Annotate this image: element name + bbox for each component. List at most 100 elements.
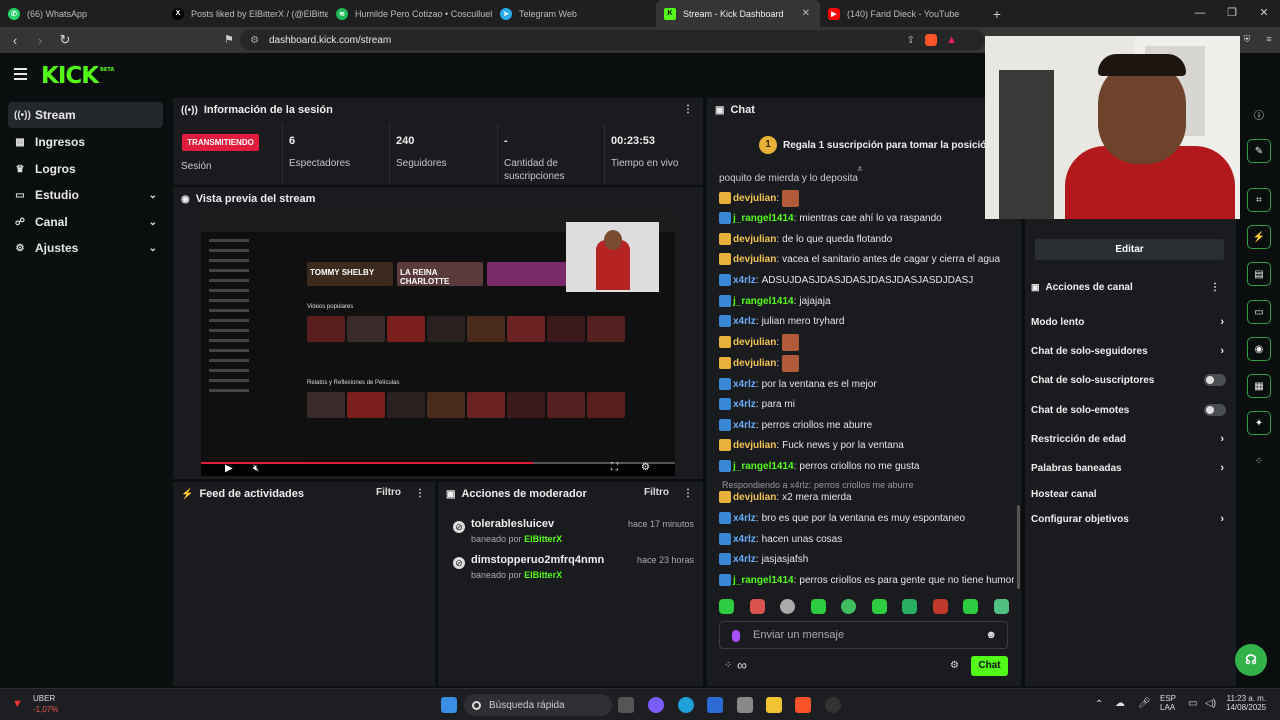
site-info-icon[interactable]: ⚙ (250, 35, 259, 46)
solo-emotes-toggle[interactable] (1204, 404, 1226, 416)
layout-icon[interactable]: ▦ (1247, 374, 1271, 398)
chat-message[interactable]: j_rangel1414: perros criollos es para gen… (719, 571, 1014, 589)
snipping-icon[interactable] (737, 697, 753, 713)
tray-overflow-icon[interactable]: ⌃ (1095, 699, 1103, 710)
chat-username[interactable]: devjulian (733, 492, 776, 503)
tray-mic-icon[interactable]: 🎤︎ (1138, 698, 1151, 709)
more-options-icon[interactable]: ⋮ (683, 488, 693, 499)
sidebar-item-ingresos[interactable]: ▦ Ingresos (8, 129, 163, 155)
solo-suscriptores-toggle[interactable] (1204, 374, 1226, 386)
chat-username[interactable]: j_rangel1414 (733, 461, 794, 472)
chat-message[interactable]: x4rlz: perros criollos me aburre (719, 416, 1014, 434)
emote-icon[interactable] (780, 599, 796, 614)
fullscreen-icon[interactable]: ⛶ (611, 462, 618, 473)
tab-telegram[interactable]: ➤ Telegram Web (492, 0, 656, 27)
hostear-canal-item[interactable]: Hostear canal (1031, 485, 1226, 503)
emote-icon[interactable] (963, 599, 979, 614)
chat-tools-icon[interactable]: ⁘ (724, 660, 732, 671)
reload-icon[interactable]: ↻ (55, 32, 75, 48)
edge-icon[interactable] (678, 697, 694, 713)
chat-message[interactable]: x4rlz: hacen unas cosas (719, 530, 1014, 548)
clock[interactable]: 11:23 a. m. 14/08/2025 (1226, 694, 1266, 712)
video-progress[interactable] (201, 462, 675, 464)
brave-shield-icon[interactable] (925, 34, 937, 46)
tab-spotify[interactable]: ≋ Humilde Pero Cotizao • Cosculluela (328, 0, 492, 27)
emote-icon[interactable] (719, 599, 734, 614)
lightning-icon[interactable]: ⚡ (1247, 225, 1271, 249)
chat-input[interactable]: Enviar un mensaje ☻ (719, 621, 1008, 649)
maximize-icon[interactable]: ❐ (1216, 0, 1248, 27)
chat-message[interactable]: j_rangel1414: perros criollos no me gusta (719, 457, 1014, 475)
activity-filter-button[interactable]: Filtro (376, 487, 401, 498)
file-explorer-icon[interactable] (766, 697, 782, 713)
video-settings-icon[interactable]: ⚙ (641, 462, 650, 473)
broadcast-icon[interactable]: ◉ (1247, 337, 1271, 361)
chat-username[interactable]: devjulian (733, 440, 776, 451)
sidebar-item-canal[interactable]: ☍ Canal ⌄ (8, 209, 163, 235)
mute-icon[interactable]: 🔇︎ (253, 463, 259, 474)
chat-message[interactable]: x4rlz: julian mero tryhard (719, 312, 1014, 330)
vpn-shield-icon[interactable]: ⛨ (1240, 32, 1254, 46)
chat-message[interactable]: x4rlz: para mi (719, 395, 1014, 413)
chat-username[interactable]: x4rlz (733, 316, 756, 327)
chat-message[interactable]: x4rlz: ADSUJDASJDASJDASJDASJDASJASDJDASJ (719, 271, 1014, 289)
minimize-icon[interactable]: — (1184, 0, 1216, 27)
windows-start-icon[interactable] (441, 697, 457, 713)
emoji-icon[interactable]: ☻ (985, 629, 997, 641)
brave-rewards-icon[interactable]: ▲ (946, 34, 957, 46)
tab-youtube[interactable]: ▶ (140) Farid Dieck - YouTube (820, 0, 984, 27)
chat-username[interactable]: devjulian (733, 234, 776, 245)
more-options-icon[interactable]: ⋮ (683, 104, 693, 115)
copilot-icon[interactable] (648, 697, 664, 713)
chat-message[interactable]: devjulian: (719, 333, 1014, 351)
emote-icon[interactable] (932, 599, 948, 614)
restriccion-edad-item[interactable]: Restricción de edad › (1031, 430, 1226, 448)
chat-message[interactable]: x4rlz: jasjasjafsh (719, 550, 1014, 568)
stream-preview-video[interactable]: TOMMY SHELBY LA REINA CHARLOTTE Videos p… (201, 212, 675, 476)
more-options-icon[interactable]: ⋮ (1210, 282, 1220, 293)
chat-username[interactable]: x4rlz (733, 513, 756, 524)
tray-app-icon[interactable]: ☁ (1115, 698, 1125, 709)
tab-whatsapp[interactable]: ✆ (66) WhatsApp (0, 0, 164, 27)
chat-message[interactable]: devjulian: de lo que queda flotando (719, 230, 1014, 248)
taskbar-search[interactable]: Búsqueda rápida (464, 694, 612, 716)
mic-icon[interactable] (732, 630, 740, 642)
moderator-filter-button[interactable]: Filtro (644, 487, 669, 498)
brave-icon[interactable] (795, 697, 811, 713)
chat-username[interactable]: x4rlz (733, 554, 756, 565)
close-window-icon[interactable]: ✕ (1248, 0, 1280, 27)
configurar-objetivos-item[interactable]: Configurar objetivos › (1031, 510, 1226, 528)
network-icon[interactable]: ▭ (1188, 698, 1197, 709)
kick-logo[interactable]: KICK BETA (41, 63, 114, 89)
chat-message[interactable]: j_rangel1414: jajajaja (719, 292, 1014, 310)
solo-seguidores-item[interactable]: Chat de solo-seguidores › (1031, 342, 1226, 360)
info-icon[interactable]: ⓘ (1247, 102, 1271, 126)
language-indicator[interactable]: ESP LAA (1160, 694, 1176, 712)
chat-username[interactable]: devjulian (733, 254, 776, 265)
chat-username[interactable]: x4rlz (733, 275, 756, 286)
chat-message[interactable]: devjulian: (719, 189, 1014, 207)
moderator-action-item[interactable]: ⊘ dimstopperuo2mfrq4nmn baneado por ElBi… (445, 554, 700, 590)
hamburger-menu-icon[interactable] (14, 68, 27, 80)
chat-message[interactable]: devjulian: Fuck news y por la ventana (719, 436, 1014, 454)
wrench-icon[interactable]: ✦ (1247, 411, 1271, 435)
chat-settings-icon[interactable]: ⚙ (950, 660, 959, 671)
chat-username[interactable]: j_rangel1414 (733, 213, 794, 224)
chat-message[interactable]: devjulian: vacea el sanitario antes de ca… (719, 250, 1014, 268)
chat-username[interactable]: x4rlz (733, 379, 756, 390)
chat-scrollbar[interactable] (1017, 505, 1020, 589)
chat-username[interactable]: j_rangel1414 (733, 296, 794, 307)
url-field[interactable]: ⚙ dashboard.kick.com/stream ⇪ ▲ (240, 30, 985, 50)
chat-message[interactable]: j_rangel1414: mientras cae ahí lo va rasp… (719, 209, 1014, 227)
support-chat-icon[interactable]: ☊ (1235, 644, 1267, 676)
infinity-icon[interactable]: ∞ (737, 657, 747, 673)
edit-button[interactable]: Editar (1035, 239, 1224, 260)
more-options-icon[interactable]: ⋮ (415, 488, 425, 499)
emote-icon[interactable] (810, 599, 826, 614)
chat-send-button[interactable]: Chat (971, 656, 1008, 676)
emote-icon[interactable] (749, 599, 765, 614)
apps-icon[interactable]: ⁘ (1247, 449, 1271, 473)
close-tab-icon[interactable]: ✕ (802, 8, 810, 19)
new-tab-button[interactable]: + (984, 6, 1010, 22)
share-icon[interactable]: ⇪ (907, 35, 915, 46)
